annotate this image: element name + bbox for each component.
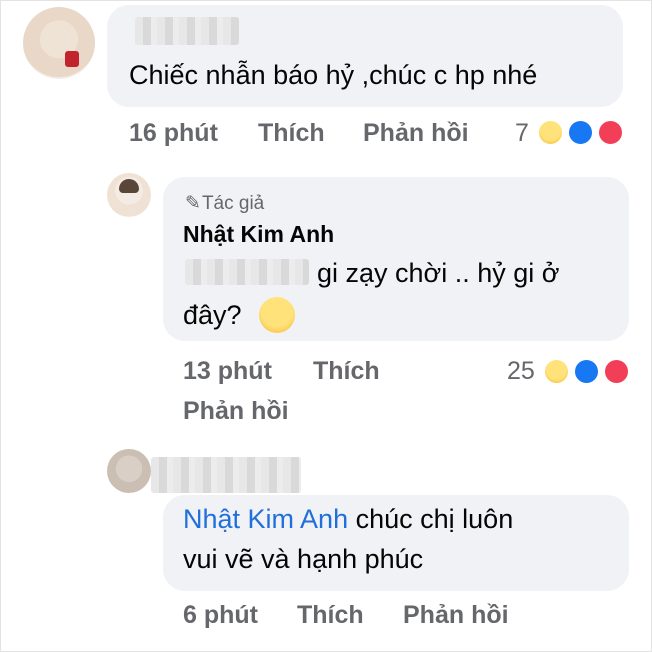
reply-link[interactable]: Phản hồi: [183, 397, 289, 426]
author-tag-label: Tác giả: [201, 193, 265, 214]
comment-text-line2: vui vẽ và hạnh phúc: [183, 544, 424, 574]
comment-text: chúc chị luôn: [355, 504, 514, 534]
haha-icon: [259, 297, 295, 333]
redacted-author-name: [135, 17, 239, 45]
haha-icon[interactable]: [537, 119, 564, 146]
like-link[interactable]: Thích: [313, 357, 380, 386]
comment-time[interactable]: 6 phút: [183, 601, 258, 630]
comment-time[interactable]: 16 phút: [129, 119, 218, 148]
comment-text-line2: đây?: [183, 300, 242, 330]
author-name[interactable]: Nhật Kim Anh: [183, 221, 334, 248]
reaction-count[interactable]: 7: [515, 119, 529, 148]
mention-link[interactable]: Nhật Kim Anh: [183, 504, 348, 534]
comment-text-line1: gi zạy chời .. hỷ gi ở: [317, 258, 560, 288]
like-link[interactable]: Thích: [297, 601, 364, 630]
like-icon[interactable]: [573, 358, 600, 385]
love-icon[interactable]: [597, 119, 624, 146]
pencil-icon: ✎: [185, 193, 201, 214]
avatar[interactable]: [23, 7, 95, 79]
comment-text-line1: Nhật Kim Anh chúc chị luôn: [183, 499, 513, 539]
comment-time[interactable]: 13 phút: [183, 357, 272, 386]
like-link[interactable]: Thích: [258, 119, 325, 148]
redacted-author-name: [151, 457, 301, 493]
reply-link[interactable]: Phản hồi: [363, 119, 469, 148]
comment-thread: Chiếc nhẫn báo hỷ ,chúc c hp nhé 16 phút…: [0, 0, 652, 652]
avatar[interactable]: [107, 173, 151, 217]
love-icon[interactable]: [603, 358, 630, 385]
reply-link[interactable]: Phản hồi: [403, 601, 509, 630]
haha-icon[interactable]: [543, 358, 570, 385]
author-badge: ✎ Tác giả: [185, 192, 264, 215]
like-icon[interactable]: [567, 119, 594, 146]
reaction-count[interactable]: 25: [507, 357, 535, 386]
redacted-mention: [185, 259, 309, 285]
comment-text: Chiếc nhẫn báo hỷ ,chúc c hp nhé: [129, 60, 538, 90]
avatar[interactable]: [107, 449, 151, 493]
